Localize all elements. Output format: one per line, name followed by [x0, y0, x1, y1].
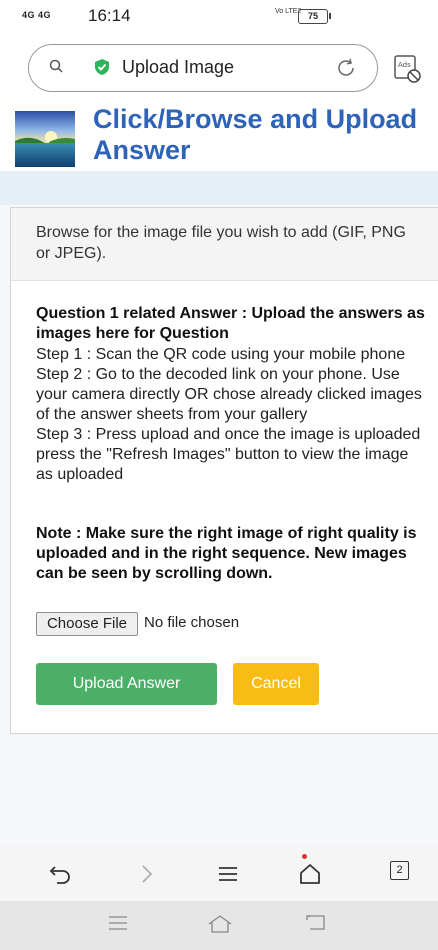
home-icon[interactable]: [207, 914, 233, 934]
page-header: Click/Browse and Upload Answer: [0, 101, 438, 171]
note-text: Note : Make sure the right image of righ…: [36, 525, 417, 582]
search-icon[interactable]: [49, 59, 63, 73]
svg-text:Ads: Ads: [398, 61, 411, 69]
file-status: No file chosen: [144, 614, 240, 631]
card-header: Browse for the image file you wish to ad…: [11, 208, 438, 281]
steps-list: Step 1 : Scan the QR code using your mob…: [36, 345, 426, 485]
shield-check-icon: [95, 59, 109, 75]
back-icon[interactable]: [305, 914, 327, 932]
reload-icon[interactable]: [335, 57, 357, 79]
question-title: Question 1 related Answer : Upload the a…: [36, 305, 425, 342]
browse-instruction: Browse for the image file you wish to ad…: [36, 224, 406, 262]
recent-apps-icon[interactable]: [107, 914, 129, 932]
battery-indicator: 75: [298, 9, 331, 24]
landscape-logo-icon: [15, 111, 75, 167]
system-nav-bar: [0, 901, 438, 950]
menu-notification-dot: [302, 854, 307, 859]
browser-bottom-nav: 2: [0, 845, 438, 901]
step-2: Step 2 : Go to the decoded link on your …: [36, 366, 422, 423]
step-3: Step 3 : Press upload and once the image…: [36, 426, 421, 483]
step-1: Step 1 : Scan the QR code using your mob…: [36, 346, 406, 363]
tabs-icon[interactable]: 2: [390, 861, 409, 880]
choose-file-button[interactable]: Choose File: [36, 612, 138, 636]
url-text[interactable]: Upload Image: [122, 57, 234, 78]
upload-answer-button[interactable]: Upload Answer: [36, 663, 217, 705]
back-icon[interactable]: [48, 863, 74, 885]
ads-block-icon[interactable]: Ads: [391, 53, 423, 85]
menu-icon[interactable]: [215, 863, 241, 885]
signal-indicator: 4G 4G: [22, 10, 52, 20]
clock: 16:14: [88, 6, 131, 25]
page-title: Click/Browse and Upload Answer: [93, 104, 418, 165]
header-divider: [0, 171, 438, 205]
cancel-button[interactable]: Cancel: [233, 663, 319, 705]
status-bar: 4G 4G 16:14 Vo LTE2 75: [0, 0, 438, 36]
forward-icon[interactable]: [134, 863, 160, 885]
upload-card: Browse for the image file you wish to ad…: [10, 207, 438, 734]
address-bar[interactable]: Upload Image: [28, 44, 378, 92]
home-icon[interactable]: [297, 863, 323, 885]
